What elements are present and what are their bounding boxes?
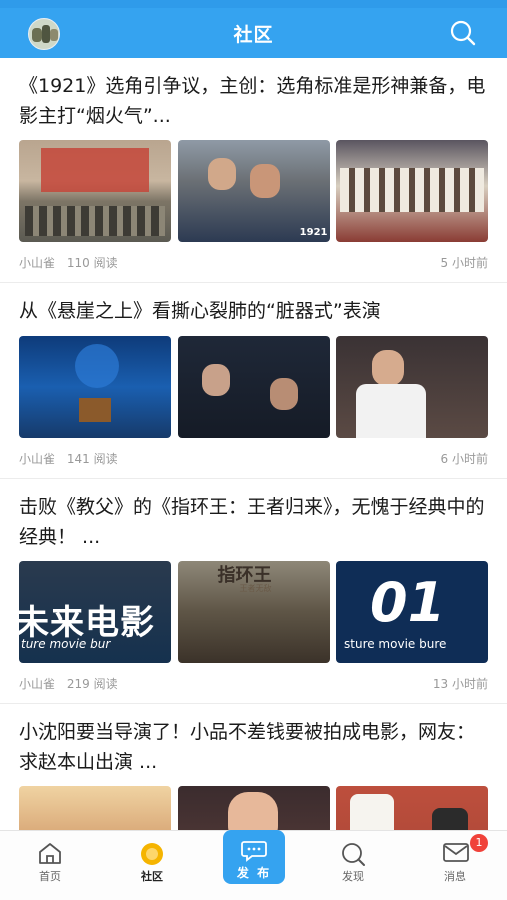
article-thumbnail[interactable] — [19, 336, 171, 438]
thumbnail-row: 未来电影 ture movie bur 指环王 王者无敌 01 sture mo… — [19, 561, 488, 663]
user-avatar[interactable] — [28, 18, 60, 50]
article-thumbnail[interactable] — [19, 786, 171, 830]
article-time: 5 小时前 — [440, 255, 488, 270]
article-meta: 小山雀 219 阅读 13 小时前 — [19, 663, 488, 703]
article-thumbnail[interactable] — [19, 140, 171, 242]
article-title[interactable]: 从《悬崖之上》看撕心裂肺的“脏器式”表演 — [19, 283, 488, 329]
app-header: 社区 — [0, 8, 507, 58]
article-title[interactable]: 《1921》选角引争议，主创：选角标准是形神兼备，电影主打“烟火气”... — [19, 58, 488, 133]
page-title: 社区 — [233, 23, 274, 46]
article-thumbnail[interactable] — [336, 140, 488, 242]
article-read-count: 110 阅读 — [66, 255, 118, 270]
article-card[interactable]: 从《悬崖之上》看撕心裂肺的“脏器式”表演 小山雀 141 阅读 6 小时前 — [0, 283, 507, 479]
unread-badge: 1 — [470, 834, 488, 852]
article-title[interactable]: 击败《教父》的《指环王：王者归来》，无愧于经典中的经典！ ... — [19, 479, 488, 554]
mail-icon — [443, 843, 469, 862]
thumbnail-caption: 01 — [370, 571, 446, 634]
article-read-count: 141 阅读 — [66, 451, 118, 466]
status-bar — [0, 0, 507, 8]
search-icon[interactable] — [449, 19, 477, 47]
tab-label: 首页 — [39, 870, 61, 883]
discover-icon — [342, 843, 365, 866]
publish-label: 发 布 — [236, 866, 272, 880]
article-thumbnail[interactable] — [336, 786, 488, 830]
chat-bubble-icon — [241, 841, 267, 862]
thumbnail-row — [19, 786, 488, 830]
article-card[interactable]: 《1921》选角引争议，主创：选角标准是形神兼备，电影主打“烟火气”... 19… — [0, 58, 507, 283]
article-time: 13 小时前 — [432, 676, 488, 691]
community-icon — [141, 843, 163, 865]
thumbnail-caption: sture movie bure — [344, 637, 447, 651]
tab-community[interactable]: 社区 — [112, 831, 192, 900]
article-thumbnail[interactable] — [177, 336, 330, 438]
article-thumbnail[interactable] — [336, 336, 488, 438]
article-card[interactable]: 小沈阳要当导演了！小品不差钱要被拍成电影，网友：求赵本山出演 ... — [0, 704, 507, 830]
article-time: 6 小时前 — [440, 451, 488, 466]
article-thumbnail[interactable]: 未来电影 ture movie bur — [19, 561, 171, 663]
thumbnail-row — [19, 336, 488, 438]
article-thumbnail[interactable]: 指环王 王者无敌 — [177, 561, 330, 663]
thumbnail-caption: ture movie bur — [21, 637, 111, 651]
thumbnail-caption: 王者无敌 — [239, 584, 272, 593]
article-author: 小山雀 — [19, 451, 56, 466]
article-feed[interactable]: 《1921》选角引争议，主创：选角标准是形神兼备，电影主打“烟火气”... 19… — [0, 58, 507, 830]
thumbnail-caption: 1921 — [299, 227, 328, 238]
article-meta: 小山雀 141 阅读 6 小时前 — [19, 438, 488, 478]
article-meta: 小山雀 110 阅读 5 小时前 — [19, 242, 488, 282]
thumbnail-row: 1921 — [19, 140, 488, 242]
article-thumbnail[interactable]: 01 sture movie bure — [336, 561, 488, 663]
article-card[interactable]: 击败《教父》的《指环王：王者归来》，无愧于经典中的经典！ ... 未来电影 tu… — [0, 479, 507, 704]
article-author: 小山雀 — [19, 255, 56, 270]
article-thumbnail[interactable] — [177, 786, 330, 830]
publish-button[interactable]: 发 布 — [223, 830, 285, 884]
tab-label: 社区 — [141, 870, 163, 883]
tab-label: 消息 — [444, 870, 466, 883]
article-thumbnail[interactable]: 1921 — [177, 140, 330, 242]
tab-label: 发现 — [342, 870, 364, 883]
home-icon — [39, 843, 61, 864]
article-author: 小山雀 — [19, 676, 56, 691]
article-title[interactable]: 小沈阳要当导演了！小品不差钱要被拍成电影，网友：求赵本山出演 ... — [19, 704, 488, 779]
article-read-count: 219 阅读 — [66, 676, 118, 691]
tab-home[interactable]: 首页 — [10, 831, 90, 900]
tab-discover[interactable]: 发现 — [313, 831, 393, 900]
